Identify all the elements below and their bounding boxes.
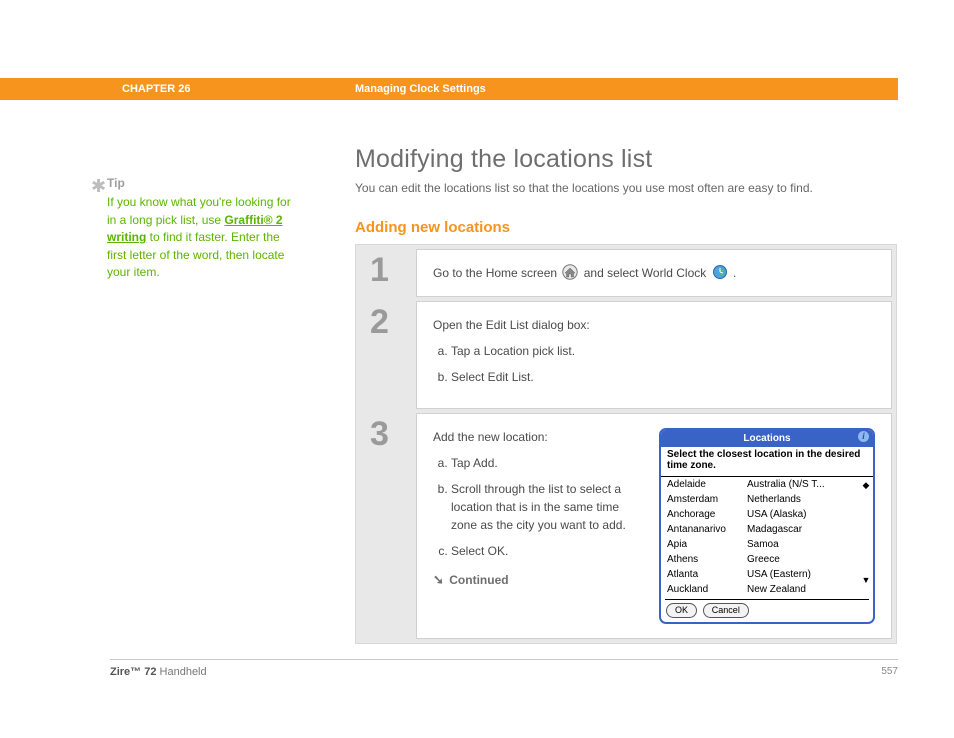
locations-dialog: Locations i Select the closest location …: [659, 428, 875, 625]
info-icon[interactable]: i: [858, 431, 869, 442]
dialog-buttons: OK Cancel: [661, 600, 873, 623]
intro-text: You can edit the locations list so that …: [355, 180, 897, 197]
step-body: Go to the Home screen and select World C…: [416, 249, 892, 297]
step3-a: Tap Add.: [451, 454, 639, 472]
list-item[interactable]: AnchorageUSA (Alaska): [667, 507, 871, 522]
step2-b: Select Edit List.: [451, 368, 875, 386]
list-item[interactable]: AdelaideAustralia (N/S T...: [667, 477, 871, 492]
section-title: Managing Clock Settings: [355, 83, 486, 95]
scroll-down-icon[interactable]: ▼: [861, 576, 871, 585]
asterisk-icon: ✱: [91, 173, 106, 199]
steps-container: 1 Go to the Home screen and select World…: [355, 244, 897, 645]
footer-product: Zire™ 72 Handheld: [110, 666, 207, 678]
world-clock-icon: [712, 264, 728, 280]
continued-label: Continued: [449, 573, 508, 587]
step-2: 2 Open the Edit List dialog box: Tap a L…: [360, 301, 892, 409]
step-number: 1: [360, 249, 416, 297]
continued-indicator: ➘ Continued: [433, 570, 639, 590]
cancel-button[interactable]: Cancel: [703, 603, 749, 619]
step-body: Open the Edit List dialog box: Tap a Loc…: [416, 301, 892, 409]
step-body: Add the new location: Tap Add. Scroll th…: [416, 413, 892, 640]
list-item[interactable]: AucklandNew Zealand: [667, 582, 871, 597]
list-item[interactable]: AmsterdamNetherlands: [667, 492, 871, 507]
product-name-bold: Zire™ 72: [110, 666, 156, 678]
tip-label: Tip: [107, 175, 297, 192]
step-1: 1 Go to the Home screen and select World…: [360, 249, 892, 297]
list-item[interactable]: AtlantaUSA (Eastern): [667, 567, 871, 582]
step3-sublist: Tap Add. Scroll through the list to sele…: [433, 454, 639, 560]
step2-lead: Open the Edit List dialog box:: [433, 316, 875, 334]
scroll-up-icon[interactable]: ◆: [861, 481, 871, 490]
tip-box: ✱ Tip If you know what you're looking fo…: [107, 175, 297, 281]
step2-a: Tap a Location pick list.: [451, 342, 875, 360]
product-name-rest: Handheld: [156, 666, 206, 678]
step3-b: Scroll through the list to select a loca…: [451, 480, 639, 534]
main-content: Modifying the locations list You can edi…: [355, 145, 897, 644]
dialog-title-text: Locations: [743, 433, 790, 444]
step3-lead: Add the new location:: [433, 428, 639, 446]
home-icon: [562, 264, 578, 280]
step-number: 2: [360, 301, 416, 409]
page-number: 557: [881, 666, 898, 677]
dialog-instruction: Select the closest location in the desir…: [661, 447, 873, 477]
continue-arrow-icon: ➘: [433, 572, 444, 587]
chapter-label: CHAPTER 26: [122, 83, 190, 95]
step1-text-post: .: [733, 266, 736, 280]
scrollbar[interactable]: ◆ ▼: [861, 481, 871, 575]
chapter-header-bar: CHAPTER 26 Managing Clock Settings: [0, 78, 898, 100]
subheading: Adding new locations: [355, 219, 897, 236]
step1-text-pre: Go to the Home screen: [433, 266, 560, 280]
step2-sublist: Tap a Location pick list. Select Edit Li…: [433, 342, 875, 386]
step3-c: Select OK.: [451, 542, 639, 560]
list-item[interactable]: AthensGreece: [667, 552, 871, 567]
ok-button[interactable]: OK: [666, 603, 697, 619]
step1-text-mid: and select World Clock: [584, 266, 710, 280]
footer-rule: [110, 659, 898, 660]
tip-body: If you know what you're looking for in a…: [107, 194, 297, 281]
page-heading: Modifying the locations list: [355, 145, 897, 174]
step-number: 3: [360, 413, 416, 640]
dialog-titlebar: Locations i: [661, 430, 873, 447]
step-3: 3 Add the new location: Tap Add. Scroll …: [360, 413, 892, 640]
list-item[interactable]: AntananarivoMadagascar: [667, 522, 871, 537]
dialog-list[interactable]: AdelaideAustralia (N/S T... AmsterdamNet…: [661, 477, 873, 597]
list-item[interactable]: ApiaSamoa: [667, 537, 871, 552]
